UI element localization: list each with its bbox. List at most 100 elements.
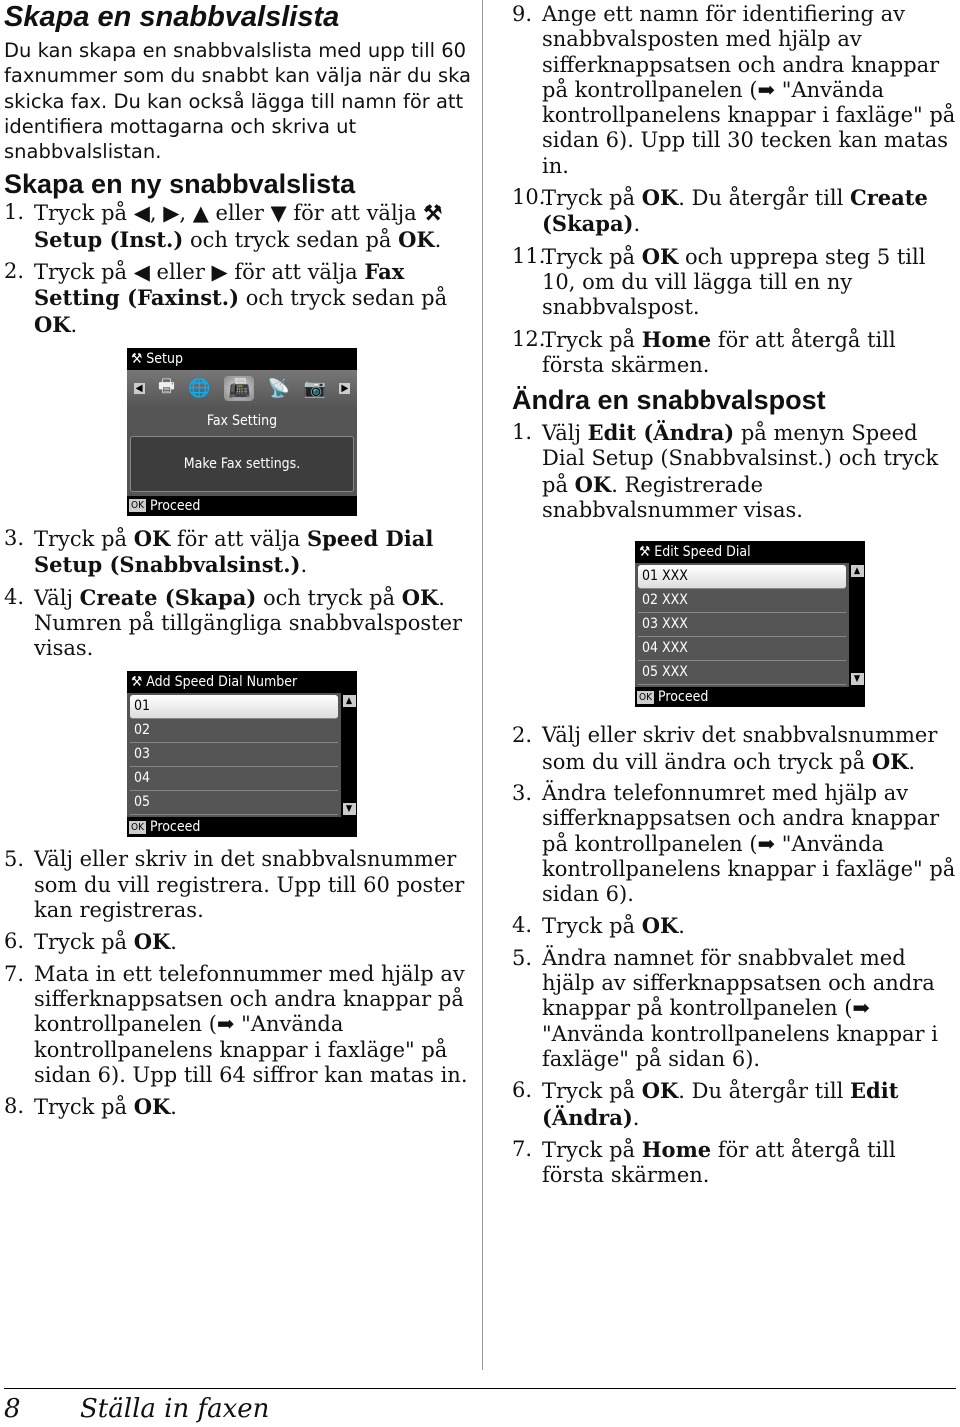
step-number: 4. — [4, 584, 25, 609]
footer-rule — [4, 1388, 956, 1389]
scroll-down-icon[interactable]: ▼ — [342, 803, 356, 816]
step-fragment: . — [908, 749, 916, 774]
speed-dial-entry[interactable]: 01 — [130, 695, 338, 720]
bold-term: OK — [641, 185, 679, 211]
step-text: Ange ett namn för identifiering av snabb… — [542, 2, 960, 179]
step-fragment: . — [70, 312, 78, 337]
intro-paragraph: Du kan skapa en snabbvalslista med upp t… — [4, 39, 472, 164]
step-number: 3. — [4, 525, 25, 550]
step-fragment: . — [170, 930, 177, 955]
scroll-up-icon[interactable]: ▲ — [850, 565, 864, 578]
step-fragment: Mata in ett telefonnummer med hjälp av s… — [34, 961, 468, 1087]
step-fragment: Ändra namnet för snabbvalet med hjälp av… — [542, 945, 938, 1071]
list-item: 2. Tryck på ◀ eller ▶ för att välja Fax S… — [4, 259, 474, 338]
step-fragment: och tryck sedan på — [239, 286, 448, 311]
lcd-title: Edit Speed Dial — [654, 544, 751, 561]
step-fragment: . Du återgår till — [678, 1079, 851, 1104]
step-text: Mata in ett telefonnummer med hjälp av s… — [34, 962, 474, 1088]
bold-term: OK — [641, 913, 679, 939]
step-fragment: Tryck på — [34, 1095, 134, 1120]
step-number: 6. — [4, 929, 25, 954]
section-name: Ställa in faxen — [80, 1394, 270, 1424]
step-number: 11. — [512, 243, 546, 268]
step-fragment: . — [632, 1105, 640, 1130]
bold-term: OK — [871, 748, 909, 774]
scrollbar[interactable]: ▲ ▼ — [341, 693, 357, 818]
step-fragment: Tryck på — [542, 186, 642, 211]
step-text: Tryck på OK. — [542, 913, 960, 939]
bold-term: OK — [641, 1078, 679, 1104]
step-text: Tryck på OK och upprepa steg 5 till 10, … — [542, 244, 960, 321]
step-fragment: Tryck på — [542, 914, 642, 939]
speed-dial-entry[interactable]: 02 — [130, 719, 338, 744]
bold-term: OK — [34, 311, 71, 337]
left-arrow-icon[interactable]: ◀ — [133, 383, 145, 395]
step-fragment: Välj — [542, 421, 588, 446]
bold-term: OK — [398, 226, 435, 252]
step-number: 7. — [512, 1136, 533, 1161]
speed-dial-entry[interactable]: 04 — [130, 767, 338, 792]
list-item: 5. Välj eller skriv in det snabbvalsnumme… — [4, 847, 474, 923]
step-fragment: Tryck på — [542, 1079, 642, 1104]
step-text: Tryck på ◀, ▶, ▲ eller ▼ för att välja ⚒… — [34, 200, 474, 253]
step-fragment: Ange ett namn för identifiering av snabb… — [542, 2, 956, 178]
step-text: Tryck på OK. — [34, 1094, 474, 1120]
speed-dial-entry[interactable]: 03 — [130, 743, 338, 768]
speed-dial-entry[interactable]: 05 XXX — [638, 661, 846, 686]
page-number: 8 — [4, 1394, 21, 1424]
bold-term: Home — [641, 1136, 712, 1162]
lcd-message: Make Fax settings. — [130, 435, 354, 492]
step-number: 3. — [512, 780, 533, 805]
step-text: Tryck på Home för att återgå till första… — [542, 327, 960, 379]
step-fragment: . — [170, 1095, 177, 1120]
printer-icon: 🖶 — [157, 375, 175, 397]
list-item: 8. Tryck på OK. — [4, 1094, 474, 1120]
lcd-subtitle: Fax Setting — [127, 407, 357, 434]
step-text: Ändra telefonnumret med hjälp av sifferk… — [542, 781, 960, 907]
list-item: 7. Tryck på Home för att återgå till förs… — [512, 1137, 960, 1189]
bold-term: Home — [641, 326, 712, 352]
step-text: Tryck på OK. — [34, 929, 474, 955]
step-fragment: Tryck på — [542, 1137, 642, 1162]
step-number: 12. — [512, 326, 546, 351]
step-fragment: . — [434, 227, 442, 252]
step-fragment: Tryck på — [34, 930, 134, 955]
step-number: 2. — [4, 259, 25, 284]
section-heading-edit: Ändra en snabbvalspost — [512, 385, 826, 416]
step-text: Tryck på ◀ eller ▶ för att välja Fax Set… — [34, 259, 474, 338]
scrollbar[interactable]: ▲ ▼ — [849, 563, 865, 688]
bold-term: OK — [401, 584, 439, 610]
step-number: 10. — [512, 185, 546, 210]
camera-icon: 📷 — [303, 378, 326, 400]
list-item: 6. Tryck på OK. — [4, 929, 474, 955]
bold-term: OK — [641, 243, 679, 269]
setup-tool-icon: ⚒ — [131, 350, 143, 367]
scroll-up-icon[interactable]: ▲ — [342, 695, 356, 708]
speed-dial-entry[interactable]: 01 XXX — [638, 565, 846, 590]
scroll-down-icon[interactable]: ▼ — [850, 673, 864, 686]
step-number: 1. — [512, 420, 533, 445]
ok-icon: OK — [129, 820, 146, 834]
page-title: Skapa en snabbvalslista — [4, 1, 340, 33]
step-fragment: Tryck på — [542, 327, 642, 352]
step-text: Tryck på Home för att återgå till första… — [542, 1137, 960, 1189]
fax-icon: 📠 — [224, 376, 255, 402]
speed-dial-entry[interactable]: 02 XXX — [638, 589, 846, 614]
speed-dial-entry[interactable]: 03 XXX — [638, 613, 846, 638]
step-number: 5. — [4, 847, 25, 872]
speed-dial-entry[interactable]: 04 XXX — [638, 637, 846, 662]
wireless-printer-icon: 📡 — [267, 378, 291, 400]
step-fragment: Välj — [34, 585, 80, 610]
lcd-footer: Proceed — [149, 819, 201, 836]
step-fragment: och tryck sedan på — [183, 227, 399, 252]
ok-icon: OK — [637, 690, 654, 704]
step-fragment: . — [300, 553, 308, 578]
step-number: 9. — [512, 2, 533, 26]
step-number: 1. — [4, 200, 25, 225]
step-fragment: . — [678, 914, 685, 939]
right-arrow-icon[interactable]: ▶ — [339, 383, 351, 395]
step-text: Tryck på OK för att välja Speed Dial Set… — [34, 526, 474, 579]
speed-dial-entry[interactable]: 05 — [130, 791, 338, 816]
lcd-icon-bar: ◀ 🖶 🌐 📠 📡 📷 ▶ — [127, 369, 357, 408]
list-item: 12. Tryck på Home för att återgå till för… — [512, 327, 960, 379]
